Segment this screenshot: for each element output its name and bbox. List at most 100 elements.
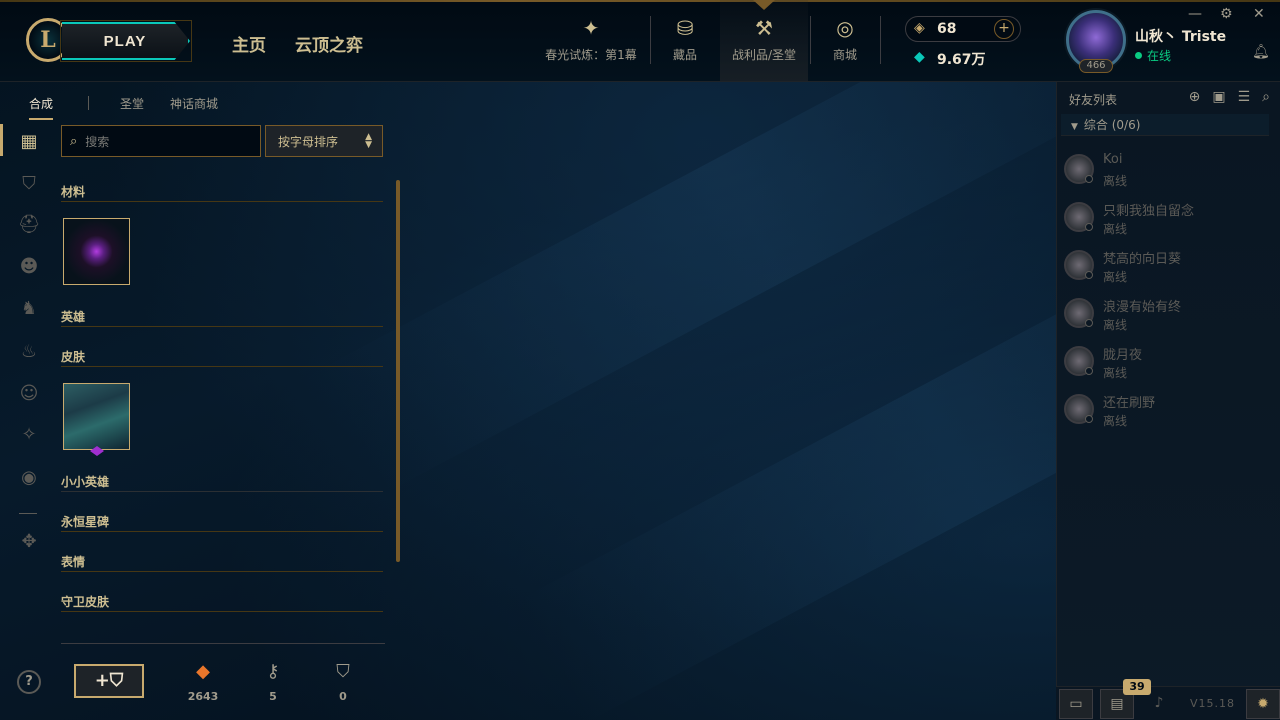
chest-icon[interactable]: ⛉ [17,172,41,196]
friend-name: Koi [1103,152,1123,167]
notification-badge: 39 [1123,679,1151,695]
help-icon[interactable]: ? [17,670,41,694]
nav-event-label: 春光试炼：第1幕 [545,48,637,62]
friend-group-header[interactable]: ▼ 综合 (0/6) [1061,114,1269,136]
key-counter: ⚷ 5 [248,660,298,703]
champion-helmet-icon[interactable]: ⛑ [17,213,41,237]
flame-icon[interactable]: ♨ [17,340,41,364]
list-item[interactable]: Koi 离线 [1057,150,1280,194]
section-divider [61,201,383,202]
skin-mask-icon[interactable]: ☻ [17,255,41,279]
add-friend-icon[interactable]: ⊕ [1189,89,1201,105]
misc-loot-icon[interactable]: ✥ [17,530,41,554]
nav-divider [880,16,881,64]
blue-essence-value: 68 [937,21,957,37]
offline-dot [1085,319,1093,327]
section-divider [61,571,383,572]
orange-essence-value: 2643 [187,690,219,703]
search-input[interactable]: ⌕ 搜索 [61,125,261,157]
friends-list-title: 好友列表 [1069,93,1118,107]
riot-points-icon: ◆ [914,49,925,65]
status-text: 在线 [1147,49,1172,63]
chest-counter: ⛉ 0 [318,660,368,703]
play-button[interactable]: PLAY [62,22,190,60]
list-item[interactable]: 胧月夜 离线 [1057,342,1280,386]
section-eternals-title: 永恒星碑 [61,515,110,529]
search-icon: ⌕ [70,133,78,149]
offline-dot [1085,175,1093,183]
rail-active-indicator [0,124,3,156]
section-divider [61,366,383,367]
ward-icon[interactable]: ✧ [17,423,41,447]
nav-divider [810,16,811,64]
section-little-legends-title: 小小英雄 [61,475,110,489]
add-folder-icon[interactable]: ▣ [1212,89,1225,105]
friend-status: 离线 [1103,366,1128,380]
section-emotes-title: 表情 [61,555,86,569]
section-skins-title: 皮肤 [61,350,86,364]
orange-essence-icon: ◆ [196,661,210,682]
search-icon[interactable]: ⌕ [1262,89,1270,105]
sort-arrows-icon: ▲ ▼ [365,132,372,150]
friend-status: 离线 [1103,222,1128,236]
list-item[interactable]: 还在刷野 离线 [1057,390,1280,434]
key-icon: ⚷ [266,661,280,682]
friend-status: 离线 [1103,414,1128,428]
material-item-tile[interactable] [63,218,130,285]
nav-divider [650,16,651,64]
friend-name: 胧月夜 [1103,348,1143,363]
nav-store-label: 商城 [832,48,857,62]
summoner-name[interactable]: 山秋丶 Triste [1135,26,1226,46]
profile-icon[interactable]: ◉ [17,466,41,490]
list-view-icon[interactable]: ☰ [1238,89,1251,105]
summoner-status[interactable]: 在线 [1135,47,1171,64]
tab-mythic-shop[interactable]: 神话商城 [170,95,218,112]
orange-essence-counter: ◆ 2643 [178,660,228,703]
add-currency-button[interactable]: + [994,19,1014,39]
nav-collection[interactable]: ⛁ 藏品 [664,14,706,70]
list-item[interactable]: 浪漫有始有终 离线 [1057,294,1280,338]
nav-event[interactable]: ✦ 春光试炼：第1幕 [543,14,639,70]
section-divider [61,611,383,612]
online-dot [1135,52,1142,59]
friend-status: 离线 [1103,318,1128,332]
friend-group-label: 综合 (0/6) [1083,118,1141,132]
event-icon: ✦ [582,16,600,40]
tab-sanctum[interactable]: 圣堂 [120,95,144,112]
sort-dropdown[interactable]: 按字母排序 ▲ ▼ [265,125,383,157]
nav-tft[interactable]: 云顶之弈 [295,31,363,56]
bottom-divider [61,643,385,644]
sort-label: 按字母排序 [278,135,339,149]
section-materials-title: 材料 [61,185,86,199]
rail-divider [19,513,37,514]
nav-loot[interactable]: ⚒ 战利品/圣堂 [724,14,804,70]
nav-home[interactable]: 主页 [232,31,266,56]
grid-icon[interactable]: ▦ [17,130,41,154]
list-item[interactable]: 梵高的向日葵 离线 [1057,246,1280,290]
chat-icon[interactable]: ▭ [1059,689,1093,719]
emote-icon[interactable]: ☺ [17,382,41,406]
list-item[interactable]: 只剩我独自留念 离线 [1057,198,1280,242]
bell-icon[interactable]: 🔔︎ [1252,44,1270,60]
collection-icon: ⛁ [676,16,694,40]
friend-name: 浪漫有始有终 [1103,300,1182,315]
chest-value: 0 [339,690,347,703]
craft-key-button[interactable]: +⛉ [74,664,144,698]
skin-item-tile[interactable] [63,383,130,450]
scrollbar[interactable] [396,180,400,562]
nav-store[interactable]: ◎ 商城 [824,14,866,70]
section-ward-skins-title: 守卫皮肤 [61,595,110,609]
section-champions-title: 英雄 [61,310,86,324]
gear-icon[interactable]: ⚙ [1220,6,1233,22]
client-window: L PLAY 主页 云顶之弈 ✦ 春光试炼：第1幕 ⛁ 藏品 ⚒ 战利品/圣堂 … [0,0,1280,720]
loot-icon: ⚒ [755,16,773,40]
friend-name: 梵高的向日葵 [1103,252,1182,267]
tab-crafting[interactable]: 合成 [29,95,54,120]
close-icon[interactable]: ✕ [1253,6,1265,22]
social-toolbar: ⊕ ▣ ☰ ⌕ [1177,89,1270,105]
bug-report-icon[interactable]: ✹ [1246,689,1280,719]
minimize-icon[interactable]: — [1188,6,1202,22]
offline-dot [1085,223,1093,231]
little-legend-icon[interactable]: ♞ [17,297,41,321]
friend-name: 还在刷野 [1103,396,1156,411]
